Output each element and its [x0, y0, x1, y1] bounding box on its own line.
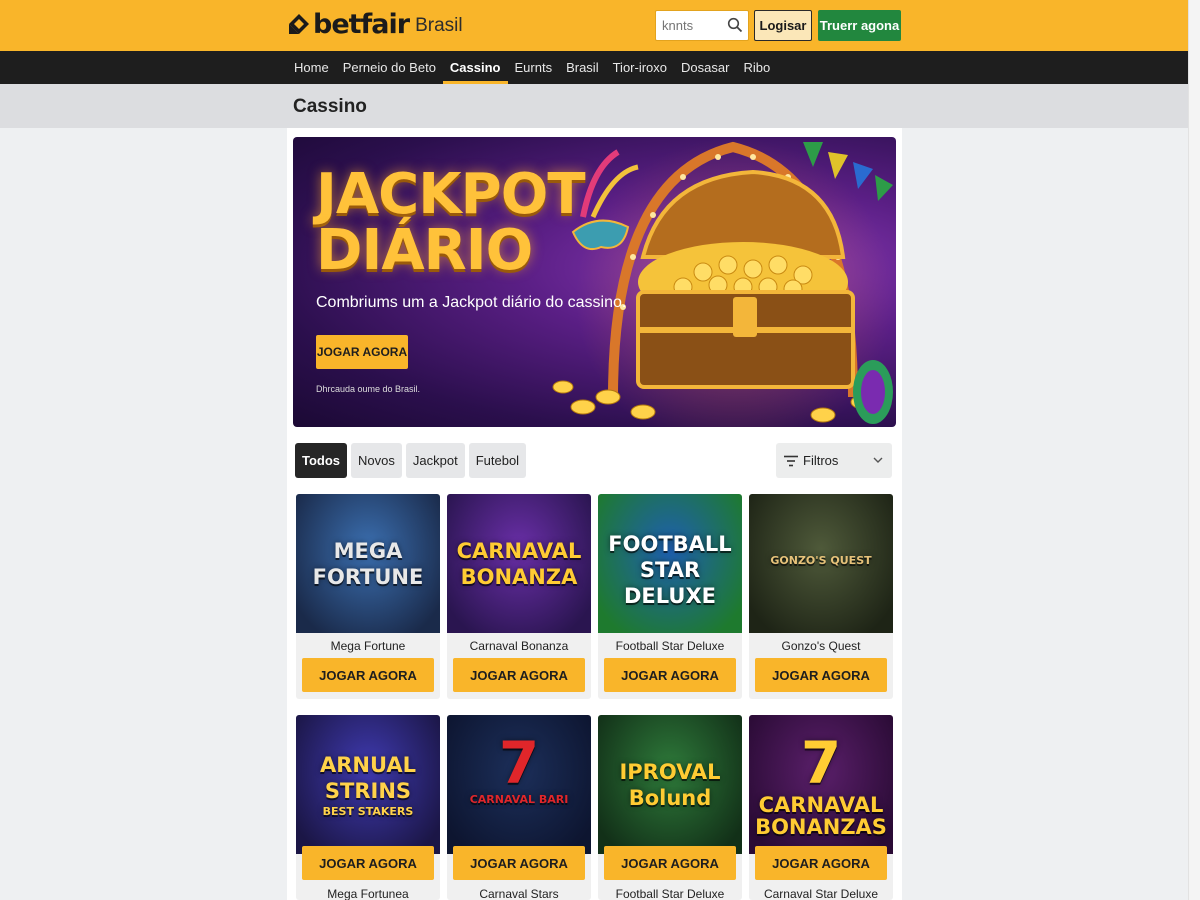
- game-name: Carnaval Bonanza: [469, 639, 569, 653]
- game-art-text: BEST STAKERS: [322, 805, 414, 818]
- betfair-logo[interactable]: betfair Brasil: [287, 8, 463, 40]
- play-now-button[interactable]: JOGAR AGORA: [453, 846, 585, 880]
- game-art-text: BONANZAS: [755, 815, 887, 839]
- game-name: Football Star Deluxe: [615, 639, 725, 653]
- nav-items: Home Perneio do Beto Cassino Eurnts Brasil Ti…: [287, 51, 777, 84]
- search-icon[interactable]: [727, 17, 743, 33]
- game-thumbnail[interactable]: 7 CARNAVAL BONANZAS: [749, 715, 893, 854]
- filters-dropdown[interactable]: Filtros: [776, 443, 892, 478]
- hero-title: JACKPOT DIÁRIO: [316, 162, 586, 283]
- tab-todos[interactable]: Todos: [295, 443, 348, 478]
- game-art-text: STAR: [639, 558, 701, 582]
- game-art-text: CARNAVAL BARI: [469, 793, 569, 806]
- tab-jackpot[interactable]: Jackpot: [405, 443, 465, 478]
- main-nav: Home Perneio do Beto Cassino Eurnts Brasil Ti…: [0, 51, 1188, 84]
- game-thumbnail[interactable]: MEGA FORTUNE: [296, 494, 440, 633]
- chevron-down-icon: [873, 457, 883, 463]
- register-button[interactable]: Truerr agona: [818, 10, 901, 41]
- game-name: Mega Fortune: [330, 639, 406, 653]
- game-thumbnail[interactable]: FOOTBALL STAR DELUXE: [598, 494, 742, 633]
- page-scrollbar[interactable]: [1188, 0, 1200, 900]
- game-card[interactable]: CARNAVAL BONANZA Carnaval Bonanza JOGAR AGO…: [447, 494, 591, 699]
- logo-text: betfair: [313, 8, 410, 40]
- play-now-button[interactable]: JOGAR AGORA: [755, 658, 887, 692]
- game-card[interactable]: ARNUAL STRINS BEST STAKERS Mega Fortunea JOG…: [296, 715, 440, 900]
- game-name: Carnaval Star Deluxe: [763, 887, 879, 900]
- hero-note: Dhrcauda oume do Brasil.: [316, 384, 421, 394]
- hero-title-line1: JACKPOT: [316, 162, 586, 227]
- game-art-text: IPROVAL: [619, 760, 721, 784]
- nav-item-eurnts[interactable]: Eurnts: [508, 51, 560, 84]
- game-card[interactable]: 7 CARNAVAL BARI Carnaval Stars JOGAR AGORA: [447, 715, 591, 900]
- play-now-button[interactable]: JOGAR AGORA: [604, 658, 736, 692]
- nav-item-ribo[interactable]: Ribo: [736, 51, 777, 84]
- game-card[interactable]: GONZO'S QUEST Gonzo's Quest JOGAR AGORA: [749, 494, 893, 699]
- page-title-band: Cassino: [0, 84, 1188, 128]
- game-art-text: Bolund: [628, 786, 712, 810]
- nav-item-tior-iroxo[interactable]: Tior-iroxo: [606, 51, 674, 84]
- nav-item-home[interactable]: Home: [287, 51, 336, 84]
- game-art-text: 7: [498, 729, 540, 797]
- top-header: betfair Brasil Logisar Truerr agona: [0, 0, 1188, 51]
- play-now-button[interactable]: JOGAR AGORA: [302, 846, 434, 880]
- game-thumbnail[interactable]: GONZO'S QUEST: [749, 494, 893, 633]
- logo-region: Brasil: [415, 15, 463, 36]
- play-now-button[interactable]: JOGAR AGORA: [302, 658, 434, 692]
- betfair-diamond-icon: [287, 12, 311, 36]
- game-card[interactable]: FOOTBALL STAR DELUXE Football Star Deluxe JO…: [598, 494, 742, 699]
- tab-futebol[interactable]: Futebol: [468, 443, 527, 478]
- game-name: Gonzo's Quest: [781, 639, 861, 653]
- game-art-text: GONZO'S QUEST: [770, 554, 872, 567]
- game-thumbnail[interactable]: ARNUAL STRINS BEST STAKERS: [296, 715, 440, 854]
- game-thumbnail[interactable]: CARNAVAL BONANZA: [447, 494, 591, 633]
- game-art-text: STRINS: [324, 779, 412, 803]
- hero-title-line2: DIÁRIO: [316, 218, 533, 283]
- nav-item-dosasar[interactable]: Dosasar: [674, 51, 736, 84]
- login-button[interactable]: Logisar: [754, 10, 812, 41]
- nav-item-perneio-do-beto[interactable]: Perneio do Beto: [336, 51, 443, 84]
- filter-icon: [784, 455, 798, 466]
- jackpot-hero-banner[interactable]: JACKPOT DIÁRIO Combriums um a Jackpot di…: [293, 137, 896, 427]
- category-tabs: Todos Novos Jackpot Futebol: [295, 443, 527, 478]
- nav-item-brasil[interactable]: Brasil: [559, 51, 606, 84]
- search-box[interactable]: [655, 10, 749, 41]
- game-thumbnail[interactable]: 7 CARNAVAL BARI: [447, 715, 591, 854]
- search-input[interactable]: [662, 18, 730, 33]
- filters-label: Filtros: [803, 453, 839, 468]
- game-card[interactable]: IPROVAL Bolund Football Star Deluxe JOGAR A…: [598, 715, 742, 900]
- game-thumbnail[interactable]: IPROVAL Bolund: [598, 715, 742, 854]
- game-art-text: DELUXE: [624, 584, 716, 608]
- play-now-button[interactable]: JOGAR AGORA: [604, 846, 736, 880]
- game-art-text: 7: [800, 729, 842, 797]
- game-art-text: FORTUNE: [312, 565, 424, 589]
- hero-play-button[interactable]: JOGAR AGORA: [316, 335, 408, 369]
- game-art-text: CARNAVAL: [456, 539, 582, 563]
- game-name: Carnaval Stars: [479, 887, 559, 900]
- play-now-button[interactable]: JOGAR AGORA: [755, 846, 887, 880]
- game-art-text: BONANZA: [460, 565, 578, 589]
- game-art-text: ARNUAL: [319, 753, 417, 777]
- game-art-text: MEGA: [333, 539, 403, 563]
- tab-novos[interactable]: Novos: [351, 443, 402, 478]
- hero-subtitle: Combriums um a Jackpot diário do cassino…: [316, 294, 627, 311]
- game-card[interactable]: MEGA FORTUNE Mega Fortune JOGAR AGORA: [296, 494, 440, 699]
- nav-item-cassino[interactable]: Cassino: [442, 51, 508, 84]
- game-name: Mega Fortunea: [327, 887, 409, 900]
- game-card[interactable]: 7 CARNAVAL BONANZAS Carnaval Star Deluxe JOG…: [749, 715, 893, 900]
- play-now-button[interactable]: JOGAR AGORA: [453, 658, 585, 692]
- page-title: Cassino: [293, 96, 367, 117]
- game-name: Football Star Deluxe: [615, 887, 725, 900]
- game-art-text: FOOTBALL: [608, 532, 732, 556]
- game-art-text: CARNAVAL: [758, 793, 884, 817]
